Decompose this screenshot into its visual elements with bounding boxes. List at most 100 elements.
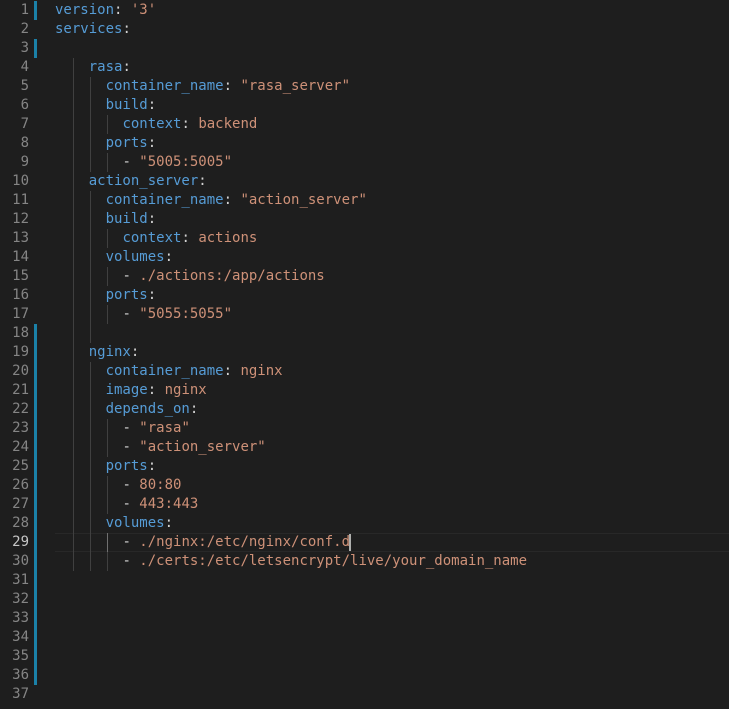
code-line[interactable]: 18: [0, 324, 729, 343]
code-line[interactable]: 35: [0, 647, 729, 666]
indent-guide: [72, 476, 74, 495]
code-line[interactable]: 31: [0, 571, 729, 590]
code-line[interactable]: 8 ports:: [0, 134, 729, 153]
yaml-value: ./nginx:/etc/nginx/conf.d: [139, 534, 351, 550]
code-text: - 80:80: [122, 476, 181, 495]
indent-guide: [106, 419, 108, 438]
line-number: 30: [12, 553, 29, 569]
indent-guide: [72, 286, 74, 305]
code-line[interactable]: 28 volumes:: [0, 514, 729, 533]
code-line[interactable]: 34: [0, 628, 729, 647]
yaml-key: build: [105, 211, 148, 227]
code-line[interactable]: 36: [0, 666, 729, 685]
code-line[interactable]: 26 - 80:80: [0, 476, 729, 495]
code-editor[interactable]: 1 version: '3' 2 services: 3 4 rasa: 5 container…: [0, 0, 729, 709]
code-text: container_name: "rasa_server": [106, 77, 350, 96]
code-line[interactable]: 32: [0, 590, 729, 609]
line-number: 26: [12, 477, 29, 493]
code-line[interactable]: 2 services:: [0, 20, 729, 39]
code-line[interactable]: 12 build:: [0, 210, 729, 229]
yaml-key: depends_on: [105, 401, 190, 417]
modified-gutter-indicator[interactable]: [34, 457, 37, 476]
code-line[interactable]: 4 rasa:: [0, 58, 729, 77]
line-number: 27: [12, 496, 29, 512]
code-line[interactable]: 29 - ./nginx:/etc/nginx/conf.d: [0, 533, 729, 552]
code-line[interactable]: 6 build:: [0, 96, 729, 115]
line-number: 37: [12, 686, 29, 702]
modified-gutter-indicator[interactable]: [34, 362, 37, 381]
code-line[interactable]: 24 - "action_server": [0, 438, 729, 457]
line-number: 17: [12, 306, 29, 322]
code-line[interactable]: 21 image: nginx: [0, 381, 729, 400]
modified-gutter-indicator[interactable]: [34, 324, 37, 343]
modified-gutter-indicator[interactable]: [34, 571, 37, 590]
modified-gutter-indicator[interactable]: [34, 533, 37, 552]
modified-gutter-indicator[interactable]: [34, 514, 37, 533]
code-line[interactable]: 14 volumes:: [0, 248, 729, 267]
code-text: ports:: [106, 286, 157, 305]
code-line[interactable]: 33: [0, 609, 729, 628]
modified-gutter-indicator[interactable]: [34, 39, 37, 58]
code-text: version: '3': [55, 1, 156, 20]
code-line[interactable]: 7 context: backend: [0, 115, 729, 134]
line-number: 10: [12, 173, 29, 189]
yaml-separator: :: [147, 382, 165, 398]
code-line[interactable]: 25 ports:: [0, 457, 729, 476]
indent-guide: [72, 438, 74, 457]
code-line[interactable]: 13 context: actions: [0, 229, 729, 248]
indent-guide: [89, 96, 91, 115]
code-line[interactable]: 16 ports:: [0, 286, 729, 305]
code-text: build:: [106, 96, 157, 115]
code-line[interactable]: 30 - ./certs:/etc/letsencrypt/live/your_d…: [0, 552, 729, 571]
code-line[interactable]: 17 - "5055:5055": [0, 305, 729, 324]
modified-gutter-indicator[interactable]: [34, 476, 37, 495]
code-line[interactable]: 11 container_name: "action_server": [0, 191, 729, 210]
indent-guide: [106, 438, 108, 457]
code-line[interactable]: 20 container_name: nginx: [0, 362, 729, 381]
modified-gutter-indicator[interactable]: [34, 590, 37, 609]
modified-gutter-indicator[interactable]: [34, 647, 37, 666]
modified-gutter-indicator[interactable]: [34, 552, 37, 571]
yaml-value: "5055:5055": [139, 306, 233, 322]
modified-gutter-indicator[interactable]: [34, 381, 37, 400]
modified-gutter-indicator[interactable]: [34, 419, 37, 438]
indent-guide: [89, 457, 91, 476]
indent-guide: [72, 362, 74, 381]
indent-guide: [89, 400, 91, 419]
yaml-separator: :: [223, 78, 241, 94]
indent-guide: [89, 514, 91, 533]
modified-gutter-indicator[interactable]: [34, 609, 37, 628]
yaml-value: "5005:5005": [139, 154, 233, 170]
yaml-key: volumes: [105, 515, 165, 531]
text-cursor: [349, 534, 352, 551]
indent-guide: [72, 172, 74, 191]
indent-guide: [89, 248, 91, 267]
modified-gutter-indicator[interactable]: [34, 400, 37, 419]
code-line[interactable]: 15 - ./actions:/app/actions: [0, 267, 729, 286]
indent-guide: [72, 134, 74, 153]
code-text: - "5055:5055": [122, 305, 232, 324]
indent-guide: [89, 191, 91, 210]
indent-guide: [72, 381, 74, 400]
indent-guide: [89, 210, 91, 229]
indent-guide: [72, 495, 74, 514]
code-line[interactable]: 19 nginx:: [0, 343, 729, 362]
code-line[interactable]: 5 container_name: "rasa_server": [0, 77, 729, 96]
modified-gutter-indicator[interactable]: [34, 1, 37, 20]
yaml-separator: :: [122, 59, 131, 75]
code-line[interactable]: 3: [0, 39, 729, 58]
code-line[interactable]: 10 action_server:: [0, 172, 729, 191]
yaml-key: rasa: [88, 59, 123, 75]
modified-gutter-indicator[interactable]: [34, 666, 37, 685]
code-line[interactable]: 23 - "rasa": [0, 419, 729, 438]
code-line[interactable]: 22 depends_on:: [0, 400, 729, 419]
code-line[interactable]: 37: [0, 685, 729, 704]
modified-gutter-indicator[interactable]: [34, 495, 37, 514]
code-line[interactable]: 27 - 443:443: [0, 495, 729, 514]
code-line[interactable]: 1 version: '3': [0, 1, 729, 20]
code-line[interactable]: 9 - "5005:5005": [0, 153, 729, 172]
line-number: 19: [12, 344, 29, 360]
modified-gutter-indicator[interactable]: [34, 438, 37, 457]
modified-gutter-indicator[interactable]: [34, 628, 37, 647]
modified-gutter-indicator[interactable]: [34, 343, 37, 362]
